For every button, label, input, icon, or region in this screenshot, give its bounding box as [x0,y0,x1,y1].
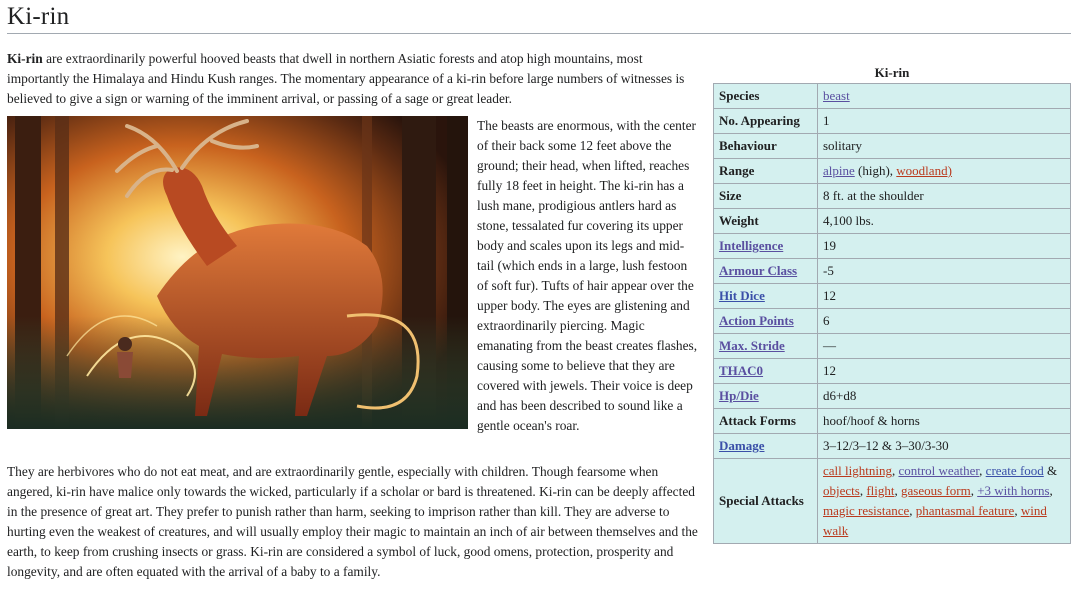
ap-label-cell: Action Points [713,308,818,334]
species-link[interactable]: beast [823,88,850,103]
appearing-value: 1 [817,108,1071,134]
infobox-row-action-points: Action Points 6 [713,308,1071,334]
infobox-row-weight: Weight 4,100 lbs. [713,208,1071,234]
infobox-row-intelligence: Intelligence 19 [713,233,1071,259]
damage-link[interactable]: Damage [719,438,765,453]
attack-forms-label: Attack Forms [713,408,818,434]
create-food-link[interactable]: create food [986,463,1044,478]
behaviour-value: solitary [817,133,1071,159]
infobox-row-species: Species beast [713,83,1071,109]
range-alpine-link[interactable]: alpine [823,163,855,178]
infobox-row-appearing: No. Appearing 1 [713,108,1071,134]
title-divider [7,33,1071,34]
temperament-paragraph: They are herbivores who do not eat meat,… [7,464,698,579]
hpdie-value: d6+d8 [817,383,1071,409]
hp-die-link[interactable]: Hp/Die [719,388,759,403]
infobox-row-size: Size 8 ft. at the shoulder [713,183,1071,209]
damage-label-cell: Damage [713,433,818,459]
flight-link[interactable]: flight [866,483,894,498]
phantasmal-feature-link[interactable]: phantasmal feature [916,503,1015,518]
infobox: Ki-rin Species beast No. Appearing 1 Beh… [713,64,1071,544]
call-lightning-link[interactable]: call lightning [823,463,892,478]
special-separator: & [1043,463,1058,478]
intelligence-value: 19 [817,233,1071,259]
infobox-row-thac0: THAC0 12 [713,358,1071,384]
intro-bold-term: Ki-rin [7,51,43,66]
magic-resistance-link[interactable]: magic resistance [823,503,909,518]
size-value: 8 ft. at the shoulder [817,183,1071,209]
infobox-row-range: Range alpine (high), woodland) [713,158,1071,184]
range-woodland-link[interactable]: woodland) [896,163,952,178]
infobox-row-hitdice: Hit Dice 12 [713,283,1071,309]
infobox-row-behaviour: Behaviour solitary [713,133,1071,159]
weight-value: 4,100 lbs. [817,208,1071,234]
intro-paragraph: Ki-rin are extraordinarily powerful hoov… [7,49,703,109]
ki-rin-illustration [7,116,468,429]
gaseous-form-link[interactable]: gaseous form [901,483,971,498]
range-value-cell: alpine (high), woodland) [817,158,1071,184]
infobox-row-stride: Max. Stride — [713,333,1071,359]
ap-value: 6 [817,308,1071,334]
infobox-caption: Ki-rin [874,65,910,80]
action-points-link[interactable]: Action Points [719,313,794,328]
objects-link[interactable]: objects [823,483,860,498]
special-attacks-value-cell: call lightning, control weather, create … [817,458,1071,544]
species-label: Species [713,83,818,109]
weight-label: Weight [713,208,818,234]
infobox-row-armour: Armour Class -5 [713,258,1071,284]
infobox-row-attack-forms: Attack Forms hoof/hoof & horns [713,408,1071,434]
intelligence-link[interactable]: Intelligence [719,238,783,253]
armour-value: -5 [817,258,1071,284]
max-stride-link[interactable]: Max. Stride [719,338,785,353]
infobox-row-hpdie: Hp/Die d6+d8 [713,383,1071,409]
special-separator: , [1049,483,1053,498]
infobox-table: Species beast No. Appearing 1 Behaviour … [713,83,1071,544]
thac0-value: 12 [817,358,1071,384]
hit-dice-link[interactable]: Hit Dice [719,288,765,303]
armour-label-cell: Armour Class [713,258,818,284]
stride-label-cell: Max. Stride [713,333,818,359]
infobox-row-damage: Damage 3–12/3–12 & 3–30/3-30 [713,433,1071,459]
range-label: Range [713,158,818,184]
attack-forms-value: hoof/hoof & horns [817,408,1071,434]
control-weather-link[interactable]: control weather [898,463,979,478]
special-attacks-label: Special Attacks [713,458,818,544]
infobox-row-special-attacks: Special Attacks call lightning, control … [713,458,1071,544]
page-title: Ki-rin [7,3,70,30]
size-label: Size [713,183,818,209]
damage-value: 3–12/3–12 & 3–30/3-30 [817,433,1071,459]
intro-text: are extraordinarily powerful hooved beas… [7,51,685,106]
species-value-cell: beast [817,83,1071,109]
thac0-link[interactable]: THAC0 [719,363,763,378]
armour-class-link[interactable]: Armour Class [719,263,797,278]
appearing-label: No. Appearing [713,108,818,134]
forest-beast-painting [7,116,468,429]
thac0-label-cell: THAC0 [713,358,818,384]
hitdice-label-cell: Hit Dice [713,283,818,309]
hitdice-value: 12 [817,283,1071,309]
hpdie-label-cell: Hp/Die [713,383,818,409]
stride-value: — [817,333,1071,359]
behaviour-label: Behaviour [713,133,818,159]
description-paragraph: The beasts are enormous, with the center… [477,118,698,433]
range-separator: (high), [854,163,897,178]
intelligence-label-cell: Intelligence [713,233,818,259]
plus-three-horns-link[interactable]: +3 with horns [977,483,1049,498]
